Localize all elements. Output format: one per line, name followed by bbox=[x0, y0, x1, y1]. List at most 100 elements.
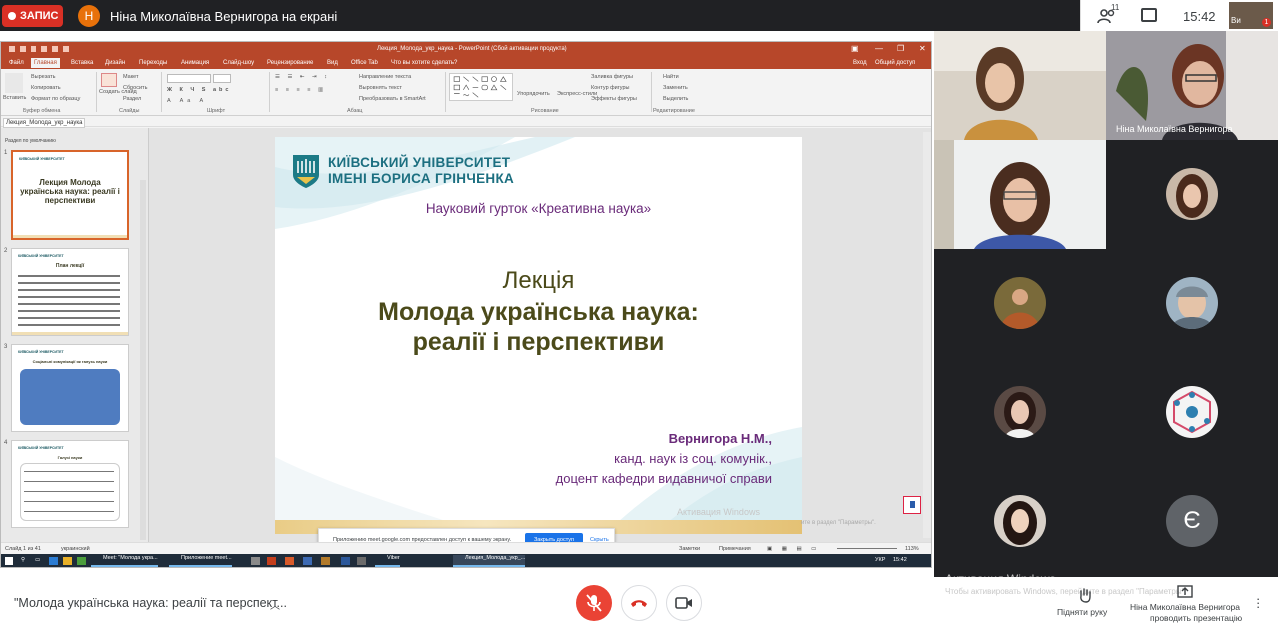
font-size-field[interactable] bbox=[213, 74, 231, 83]
smartart-button[interactable]: Преобразовать в SmartArt bbox=[359, 96, 426, 102]
app-icon[interactable] bbox=[341, 557, 350, 565]
maximize-icon[interactable]: ❐ bbox=[897, 44, 904, 53]
raise-hand-icon[interactable] bbox=[1078, 587, 1092, 603]
comments-button[interactable]: Примечания bbox=[719, 546, 751, 552]
list-icons[interactable]: ☰ ☰ ⇤ ⇥ ↕ bbox=[275, 74, 330, 80]
app-icon[interactable] bbox=[251, 557, 260, 565]
tab-insert[interactable]: Вставка bbox=[71, 60, 93, 66]
tab-transitions[interactable]: Переходы bbox=[139, 60, 167, 66]
align-icons[interactable]: ≡ ≡ ≡ ≡ ▥ bbox=[275, 87, 326, 93]
leave-call-button[interactable] bbox=[621, 585, 657, 621]
app-icon[interactable] bbox=[267, 557, 276, 565]
search-icon[interactable]: ⚲ bbox=[21, 557, 25, 563]
share-link[interactable]: Общий доступ bbox=[875, 60, 915, 66]
taskbar-app-powerpoint[interactable]: Лекция_Молода_укр_... bbox=[453, 555, 526, 567]
participant-tile[interactable] bbox=[1106, 140, 1278, 249]
text-direction-button[interactable]: Направление текста bbox=[359, 74, 411, 80]
tab-review[interactable]: Рецензирование bbox=[267, 60, 313, 66]
layout-button[interactable]: Макет bbox=[123, 74, 139, 80]
app-icon[interactable] bbox=[357, 557, 366, 565]
quick-access-toolbar[interactable] bbox=[9, 46, 69, 54]
new-slide-icon[interactable] bbox=[101, 73, 117, 87]
shape-outline-button[interactable]: Контур фигуры bbox=[591, 85, 629, 91]
app-icon[interactable] bbox=[303, 557, 312, 565]
task-view-icon[interactable]: ▭ bbox=[35, 557, 40, 563]
minimize-icon[interactable]: — bbox=[875, 44, 883, 53]
tab-animations[interactable]: Анимация bbox=[181, 60, 209, 66]
find-button[interactable]: Найти bbox=[663, 74, 679, 80]
app-icon[interactable] bbox=[285, 557, 294, 565]
slide-thumbnail-1[interactable]: КИЇВСЬКИЙ УНІВЕРСИТЕТ Лекция Молода укра… bbox=[11, 150, 129, 240]
raise-hand-label[interactable]: Підняти руку bbox=[1057, 607, 1107, 617]
copy-button[interactable]: Копировать bbox=[31, 85, 61, 91]
section-header[interactable]: Раздел по умолчанию bbox=[5, 138, 56, 144]
slide-thumbnail-3[interactable]: КИЇВСЬКИЙ УНІВЕРСИТЕТ Соціальні комуніка… bbox=[11, 344, 129, 432]
explorer-icon[interactable] bbox=[63, 557, 72, 565]
view-mode-icons[interactable]: ▣ ▦ ▤ ▭ bbox=[767, 546, 820, 552]
participant-video-tile[interactable]: Ніна Миколаївна Вернигора bbox=[1106, 31, 1278, 140]
tab-design[interactable]: Дизайн bbox=[105, 60, 125, 66]
tab-file[interactable]: Файл bbox=[9, 60, 24, 66]
participant-video-tile[interactable] bbox=[934, 31, 1106, 140]
participant-tile[interactable] bbox=[1106, 358, 1278, 467]
more-options-icon[interactable]: · · · bbox=[1256, 592, 1260, 613]
chrome-icon[interactable] bbox=[77, 557, 86, 565]
zoom-level[interactable]: 113% bbox=[905, 546, 919, 552]
cut-button[interactable]: Вырезать bbox=[31, 74, 55, 80]
microphone-off-button[interactable] bbox=[576, 585, 612, 621]
shape-effects-button[interactable]: Эффекты фигуры bbox=[591, 96, 637, 102]
shape-fill-button[interactable]: Заливка фигуры bbox=[591, 74, 633, 80]
participant-tile[interactable] bbox=[934, 467, 1106, 576]
tab-home[interactable]: Главная bbox=[31, 58, 60, 68]
font-color-icons[interactable]: A Aa A bbox=[167, 98, 207, 104]
stage-scrollbar[interactable] bbox=[923, 132, 931, 538]
section-button[interactable]: Раздел bbox=[123, 96, 141, 102]
edge-icon[interactable] bbox=[49, 557, 58, 565]
chevron-up-icon[interactable]: ︿ bbox=[270, 597, 280, 612]
paste-icon[interactable] bbox=[5, 73, 23, 93]
select-button[interactable]: Выделить bbox=[663, 96, 688, 102]
align-text-button[interactable]: Выровнять текст bbox=[359, 85, 402, 91]
font-name-field[interactable] bbox=[167, 74, 211, 83]
app-icon[interactable] bbox=[321, 557, 330, 565]
recording-button[interactable]: ЗАПИС bbox=[2, 5, 63, 27]
close-icon[interactable]: ✕ bbox=[919, 44, 926, 53]
slide-thumbnail-2[interactable]: КИЇВСЬКИЙ УНІВЕРСИТЕТ План лекції bbox=[11, 248, 129, 336]
document-tab[interactable]: Лекция_Молода_укр_наука bbox=[3, 118, 86, 128]
taskbar-app-share[interactable]: Приложение meet... bbox=[169, 555, 232, 567]
meeting-title[interactable]: "Молода українська наука: реалії та перс… bbox=[14, 596, 287, 610]
participant-tile[interactable] bbox=[1106, 249, 1278, 358]
chat-icon[interactable] bbox=[1141, 8, 1157, 22]
participant-tile[interactable] bbox=[934, 358, 1106, 467]
participant-tile[interactable] bbox=[934, 249, 1106, 358]
presenting-label[interactable]: проводить презентацію bbox=[1150, 613, 1242, 623]
tab-office-tab[interactable]: Office Tab bbox=[351, 60, 378, 66]
camera-button[interactable] bbox=[666, 585, 702, 621]
reset-button[interactable]: Сбросить bbox=[123, 85, 147, 91]
tab-slideshow[interactable]: Слайд-шоу bbox=[223, 60, 254, 66]
participant-tile[interactable]: Є bbox=[1106, 467, 1278, 576]
arrange-button[interactable]: Упорядочить bbox=[517, 91, 550, 97]
zoom-slider[interactable] bbox=[837, 548, 897, 549]
ribbon-display-icon[interactable]: ▣ bbox=[851, 44, 859, 53]
windows-start-icon[interactable] bbox=[5, 557, 13, 565]
tab-view[interactable]: Вид bbox=[327, 60, 338, 66]
thumbnails-scrollbar[interactable] bbox=[140, 180, 146, 540]
replace-button[interactable]: Заменить bbox=[663, 85, 688, 91]
self-view-thumbnail[interactable]: Ви 1 bbox=[1229, 2, 1273, 29]
paste-button[interactable]: Вставить bbox=[3, 95, 26, 101]
keyboard-language[interactable]: УКР bbox=[875, 557, 885, 563]
sign-in-link[interactable]: Вход bbox=[853, 60, 867, 66]
bookmark-icon[interactable] bbox=[903, 496, 921, 514]
tell-me-search[interactable]: Что вы хотите сделать? bbox=[391, 60, 457, 66]
notes-button[interactable]: Заметки bbox=[679, 546, 700, 552]
presenting-name[interactable]: Ніна Миколаївна Вернигора bbox=[1130, 602, 1240, 612]
shapes-gallery[interactable] bbox=[449, 73, 513, 101]
font-format-icons[interactable]: Ж К Ч S abc bbox=[167, 87, 231, 93]
taskbar-app-viber[interactable]: Viber bbox=[375, 555, 400, 567]
format-painter-button[interactable]: Формат по образцу bbox=[31, 96, 80, 102]
language-indicator[interactable]: украинский bbox=[61, 546, 90, 552]
slide-thumbnail-4[interactable]: КИЇВСЬКИЙ УНІВЕРСИТЕТ Галузі науки bbox=[11, 440, 129, 528]
current-slide[interactable]: КИЇВСЬКИЙ УНІВЕРСИТЕТ ІМЕНІ БОРИСА ГРІНЧ… bbox=[275, 137, 802, 534]
taskbar-app-meet[interactable]: Meet: "Молода укра... bbox=[91, 555, 158, 567]
